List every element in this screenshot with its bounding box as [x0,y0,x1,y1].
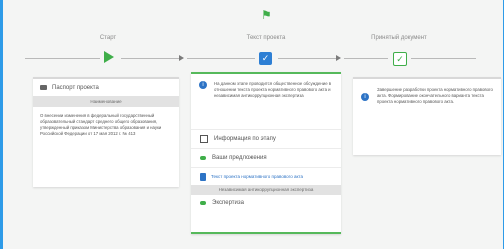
arrow-icon [336,55,341,61]
info-grid-icon [200,135,208,143]
flow-line [344,58,388,59]
document-check-icon[interactable]: ✓ [393,52,407,66]
flow-line [187,58,255,59]
current-stage-flag-icon: ⚑ [261,8,272,22]
project-passport-title: Паспорт проекта [52,84,99,91]
flow-line [121,58,179,59]
expertise-label: Экспертиза [212,200,244,206]
adopted-document-card: i Завершение разработки проекта норматив… [353,77,501,155]
document-icon [200,172,206,181]
stage-label-start: Старт [99,35,117,41]
flow-line [411,58,476,59]
flow-line [25,58,100,59]
stage-info-label: Информация по этапу [214,136,276,142]
stage-label-text: Текст проекта [246,35,286,41]
project-passport-card: Паспорт проекта Наименование О внесении … [33,77,179,187]
expertise-band: Независимая антикоррупционная экспертиза [191,185,341,195]
stage-label-adopted: Принятый документ [371,35,427,41]
expertise-item[interactable]: Экспертиза [191,195,341,211]
flow-line [278,58,336,59]
document-link-item[interactable]: Текст проекта нормативного правового акт… [191,168,341,185]
name-band: Наименование [33,96,179,107]
briefcase-icon [40,85,47,90]
suggestions-label: Ваши предложения [212,155,267,161]
project-text-card: i На данном этапе проводится общественно… [191,72,341,234]
suggestions-item[interactable]: Ваши предложения [191,149,341,167]
stage-flow-panel: ⚑ Старт Текст проекта Принятый документ … [3,0,503,249]
green-pill-icon [200,201,206,205]
info-icon: i [361,93,369,101]
play-icon[interactable] [104,51,114,63]
project-description: О внесении изменения в федеральный госуд… [40,113,162,136]
stage-info-item[interactable]: Информация по этапу [191,130,341,148]
document-link[interactable]: Текст проекта нормативного правового акт… [211,174,303,179]
green-pill-icon [200,156,206,160]
arrow-icon [179,55,184,61]
info-icon: i [199,81,207,89]
document-stage-icon[interactable]: ✓ [259,52,272,65]
adopted-document-info: Завершение разработки проекта нормативно… [377,87,493,104]
project-text-info: На данном этапе проводится общественное … [214,81,332,98]
